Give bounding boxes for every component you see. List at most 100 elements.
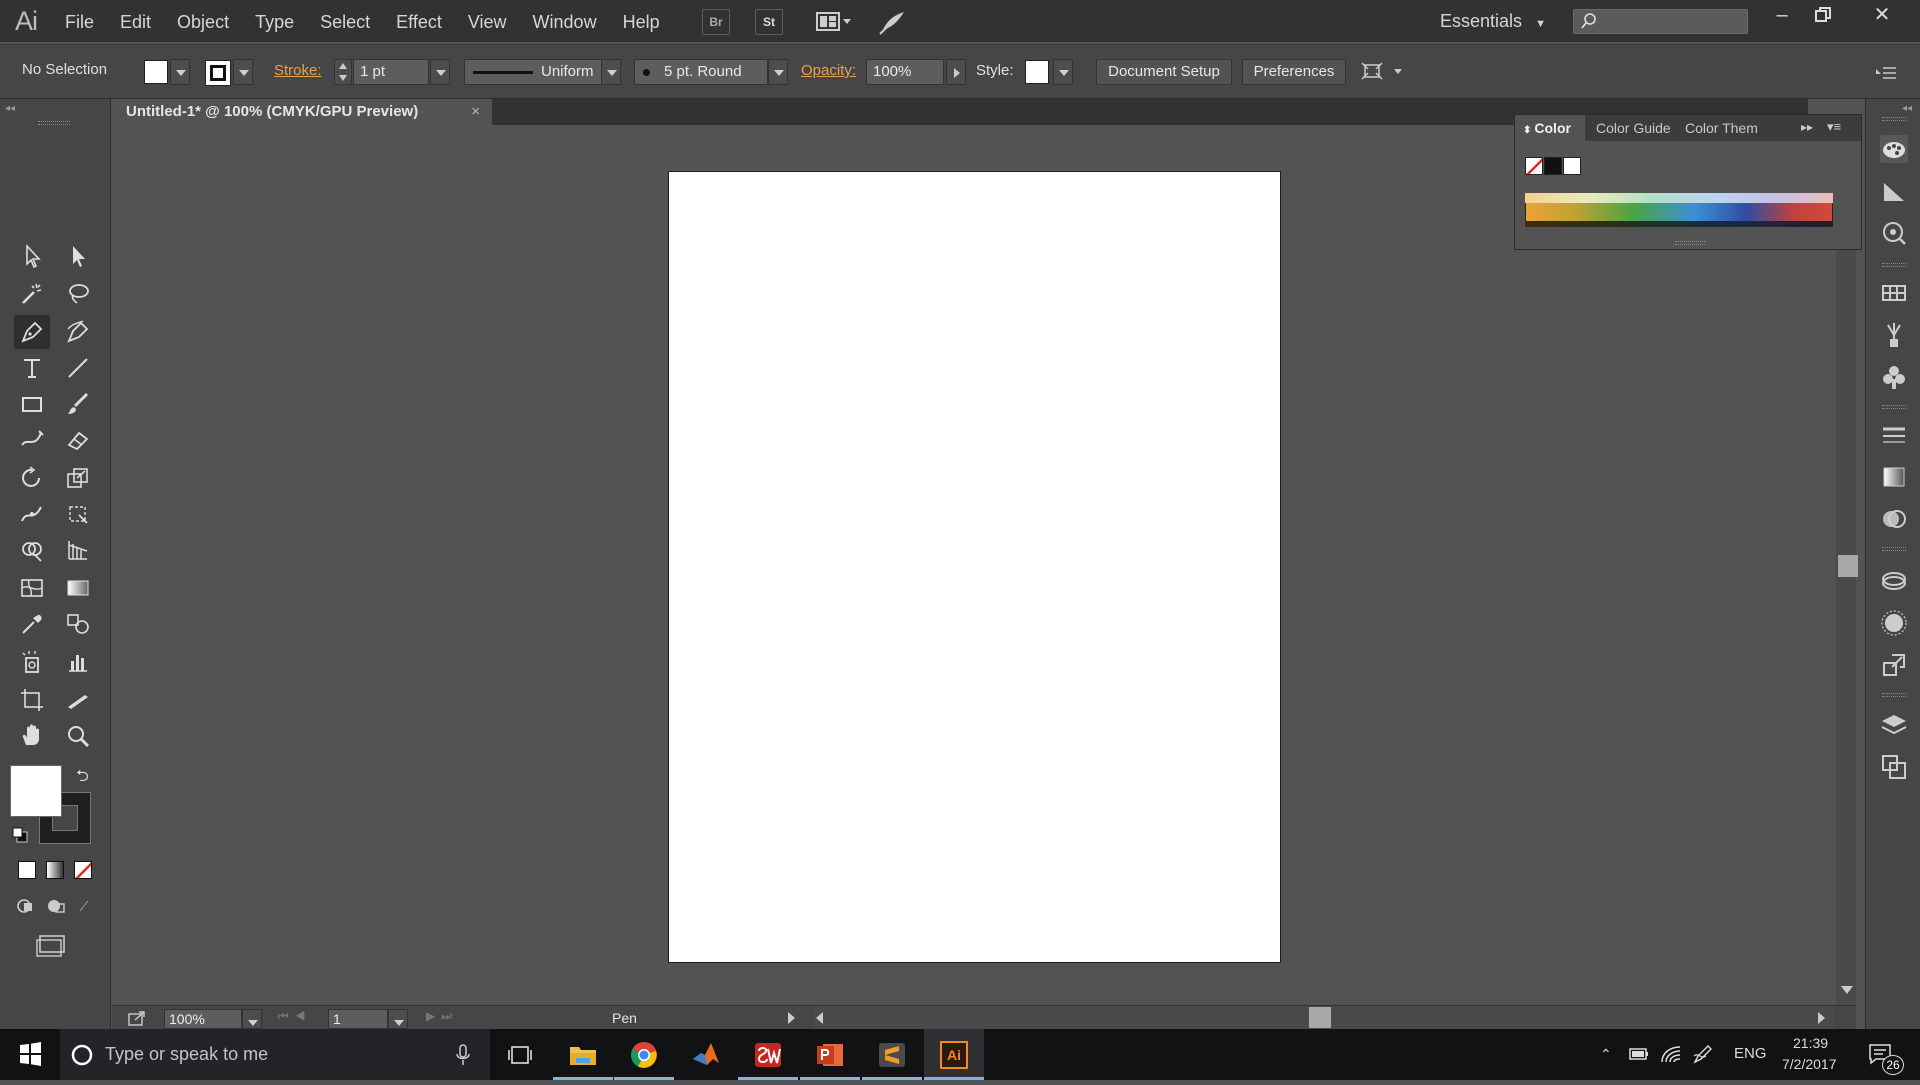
restore-button[interactable] bbox=[1803, 0, 1843, 32]
zoom-tool-icon[interactable] bbox=[60, 719, 96, 753]
artboard-dropdown[interactable] bbox=[388, 1009, 408, 1029]
show-hidden-icons-icon[interactable]: ⌃ bbox=[1600, 1046, 1612, 1063]
taskbar-matlab[interactable] bbox=[676, 1029, 736, 1080]
taskbar-powerpoint[interactable] bbox=[800, 1029, 860, 1080]
default-fill-stroke-icon[interactable] bbox=[12, 827, 28, 843]
panel-resize-grip[interactable] bbox=[1675, 241, 1705, 245]
graphic-style-swatch[interactable] bbox=[1025, 60, 1049, 84]
rectangle-tool-icon[interactable] bbox=[14, 387, 50, 421]
draw-mode-icons[interactable] bbox=[16, 897, 96, 915]
clock-date[interactable]: 7/2/2017 bbox=[1782, 1056, 1837, 1072]
swap-fill-stroke-icon[interactable]: ⮌ bbox=[76, 765, 89, 792]
close-tab-icon[interactable]: × bbox=[471, 99, 480, 125]
taskbar-illustrator[interactable]: Ai bbox=[924, 1029, 984, 1080]
color-mode-icon[interactable] bbox=[18, 861, 36, 879]
gpu-performance-icon[interactable] bbox=[878, 8, 908, 36]
profile-dropdown[interactable] bbox=[601, 59, 621, 85]
preferences-button[interactable]: Preferences bbox=[1242, 59, 1346, 85]
start-button[interactable] bbox=[0, 1029, 60, 1080]
taskbar-chrome[interactable] bbox=[614, 1029, 674, 1080]
eyedropper-tool-icon[interactable] bbox=[14, 607, 50, 641]
none-swatch[interactable] bbox=[1525, 157, 1543, 175]
shaper-tool-icon[interactable] bbox=[14, 423, 50, 457]
appearance-icon[interactable] bbox=[1880, 567, 1908, 595]
stroke-swatch[interactable] bbox=[205, 60, 231, 86]
width-tool-icon[interactable] bbox=[14, 497, 50, 531]
dock-grip[interactable] bbox=[1882, 693, 1906, 697]
hand-tool-icon[interactable] bbox=[14, 719, 50, 753]
shape-builder-tool-icon[interactable] bbox=[14, 533, 50, 567]
close-window-button[interactable]: ✕ bbox=[1862, 0, 1902, 32]
eraser-tool-icon[interactable] bbox=[60, 423, 96, 457]
color-themes-icon[interactable] bbox=[1880, 219, 1908, 247]
wifi-icon[interactable] bbox=[1660, 1044, 1682, 1064]
scroll-down-arrow-icon[interactable] bbox=[1841, 986, 1853, 994]
none-mode-icon[interactable] bbox=[74, 861, 92, 879]
mesh-tool-icon[interactable] bbox=[14, 571, 50, 605]
spectrum-highlights[interactable] bbox=[1525, 193, 1833, 203]
cortana-search[interactable]: Type or speak to me bbox=[60, 1029, 490, 1080]
dock-grip[interactable] bbox=[1882, 547, 1906, 551]
transparency-icon[interactable] bbox=[1880, 505, 1908, 533]
search-input[interactable] bbox=[1573, 9, 1748, 34]
blend-tool-icon[interactable] bbox=[60, 607, 96, 641]
minimize-button[interactable]: – bbox=[1762, 0, 1802, 32]
expand-dock-icon[interactable]: ◂◂ bbox=[1902, 103, 1912, 114]
scale-tool-icon[interactable] bbox=[60, 461, 96, 495]
bridge-button[interactable]: Br bbox=[702, 9, 730, 35]
horizontal-scroll-thumb[interactable] bbox=[1309, 1007, 1331, 1028]
slice-tool-icon[interactable] bbox=[60, 683, 96, 717]
transform-options-icon[interactable] bbox=[1360, 59, 1404, 85]
first-artboard-icon[interactable]: ⏮◀ bbox=[278, 1009, 312, 1024]
lasso-tool-icon[interactable] bbox=[60, 277, 96, 311]
artboard[interactable] bbox=[668, 171, 1281, 963]
gradient-mode-icon[interactable] bbox=[46, 861, 64, 879]
opacity-field[interactable]: 100% bbox=[866, 59, 944, 85]
black-swatch[interactable] bbox=[1544, 157, 1562, 175]
graphic-styles-icon[interactable] bbox=[1880, 609, 1908, 637]
menu-file[interactable]: File bbox=[52, 0, 107, 42]
task-view-button[interactable] bbox=[490, 1029, 550, 1080]
menu-edit[interactable]: Edit bbox=[107, 0, 164, 42]
layers-icon[interactable] bbox=[1880, 711, 1908, 739]
selection-tool-icon[interactable] bbox=[14, 239, 50, 273]
vertical-scrollbar[interactable] bbox=[1836, 250, 1856, 1005]
color-panel-icon[interactable] bbox=[1880, 135, 1908, 163]
battery-icon[interactable] bbox=[1628, 1046, 1650, 1062]
menu-effect[interactable]: Effect bbox=[383, 0, 455, 42]
stroke-weight-field[interactable]: 1 pt bbox=[353, 59, 429, 85]
artboard-number-field[interactable]: 1 bbox=[328, 1009, 388, 1029]
status-menu-arrow-icon[interactable] bbox=[788, 1012, 795, 1024]
artboard-tool-icon[interactable] bbox=[14, 683, 50, 717]
menu-window[interactable]: Window bbox=[520, 0, 610, 42]
menu-select[interactable]: Select bbox=[307, 0, 383, 42]
language-indicator[interactable]: ENG bbox=[1734, 1045, 1767, 1062]
color-guide-icon[interactable] bbox=[1880, 177, 1908, 205]
brush-dropdown[interactable] bbox=[768, 59, 788, 85]
zoom-dropdown[interactable] bbox=[242, 1009, 262, 1029]
paintbrush-tool-icon[interactable] bbox=[60, 387, 96, 421]
column-graph-tool-icon[interactable] bbox=[60, 645, 96, 679]
scroll-right-arrow-icon[interactable] bbox=[1818, 1012, 1825, 1024]
brush-definition[interactable]: 5 pt. Round bbox=[634, 59, 768, 85]
variable-width-profile[interactable]: Uniform bbox=[464, 59, 621, 85]
menu-object[interactable]: Object bbox=[164, 0, 242, 42]
workspace-switcher[interactable]: Essentials ▼ bbox=[1440, 0, 1546, 42]
opacity-label[interactable]: Opacity: bbox=[801, 62, 856, 79]
symbols-icon[interactable] bbox=[1880, 363, 1908, 391]
graphic-style-dropdown[interactable] bbox=[1053, 59, 1073, 85]
type-tool-icon[interactable] bbox=[14, 351, 50, 385]
dock-grip[interactable] bbox=[1882, 117, 1906, 121]
clock-time[interactable]: 21:39 bbox=[1793, 1035, 1828, 1051]
tab-color-guide[interactable]: Color Guide bbox=[1588, 115, 1676, 141]
gradient-panel-icon[interactable] bbox=[1880, 463, 1908, 491]
magic-wand-tool-icon[interactable] bbox=[14, 277, 50, 311]
microphone-icon[interactable] bbox=[455, 1044, 471, 1066]
zoom-field[interactable]: 100% bbox=[164, 1009, 242, 1029]
menu-type[interactable]: Type bbox=[242, 0, 307, 42]
dock-grip[interactable] bbox=[1882, 405, 1906, 409]
spectrum-shadows[interactable] bbox=[1525, 221, 1833, 227]
fill-dropdown[interactable] bbox=[170, 59, 190, 85]
pen-tool-icon[interactable] bbox=[14, 315, 50, 349]
line-segment-tool-icon[interactable] bbox=[60, 351, 96, 385]
